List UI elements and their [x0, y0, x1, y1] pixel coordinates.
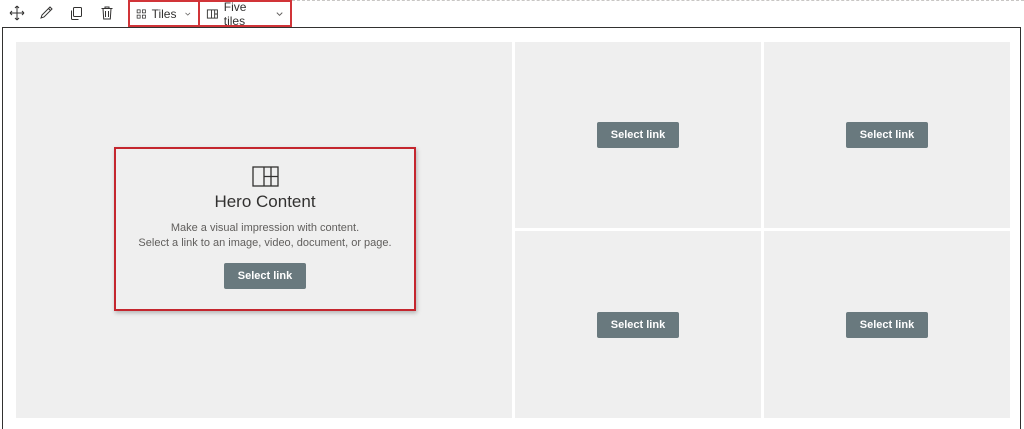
layout-dropdown[interactable]: Tiles	[128, 0, 200, 27]
tile-count-label: Five tiles	[223, 0, 247, 28]
chevron-down-icon	[276, 11, 283, 16]
tile-1: Select link	[515, 42, 761, 228]
hero-description: Make a visual impression with content. S…	[138, 221, 391, 251]
toolbar-divider	[292, 0, 1024, 1]
tiles-icon	[136, 8, 146, 19]
hero-placeholder: Hero Content Make a visual impression wi…	[114, 147, 416, 311]
webpart-toolbar: Tiles Five tiles	[0, 0, 1024, 28]
grid-icon	[206, 8, 218, 19]
tile-count-dropdown[interactable]: Five tiles	[198, 0, 292, 28]
tile-2: Select link	[764, 42, 1010, 228]
hero-description-line: Make a visual impression with content.	[170, 222, 360, 234]
duplicate-icon	[71, 7, 82, 20]
hero-tile: Hero Content Make a visual impression wi…	[16, 42, 512, 418]
tile-3-select-link-button[interactable]: Select link	[596, 311, 680, 338]
delete-button[interactable]	[96, 2, 118, 24]
hero-description-line: Select a link to an image, video, docume…	[138, 237, 392, 249]
move-icon	[9, 5, 25, 21]
tile-2-select-link-button[interactable]: Select link	[845, 122, 929, 148]
duplicate-button[interactable]	[65, 2, 87, 24]
edit-button[interactable]	[35, 2, 57, 24]
delete-icon	[101, 6, 113, 20]
layout-dropdown-label: Tiles	[151, 6, 177, 21]
hero-grid-icon	[251, 166, 279, 187]
tile-3: Select link	[515, 231, 761, 418]
hero-title: Hero Content	[214, 192, 316, 211]
tile-4: Select link	[764, 231, 1010, 418]
tile-4-select-link-button[interactable]: Select link	[845, 311, 929, 338]
chevron-down-icon	[185, 12, 191, 16]
hero-select-link-button[interactable]: Select link	[223, 263, 307, 289]
edit-icon	[40, 6, 53, 19]
tile-1-select-link-button[interactable]: Select link	[596, 122, 680, 148]
hero-webpart: Hero Content Make a visual impression wi…	[2, 27, 1021, 429]
move-button[interactable]	[6, 2, 28, 24]
